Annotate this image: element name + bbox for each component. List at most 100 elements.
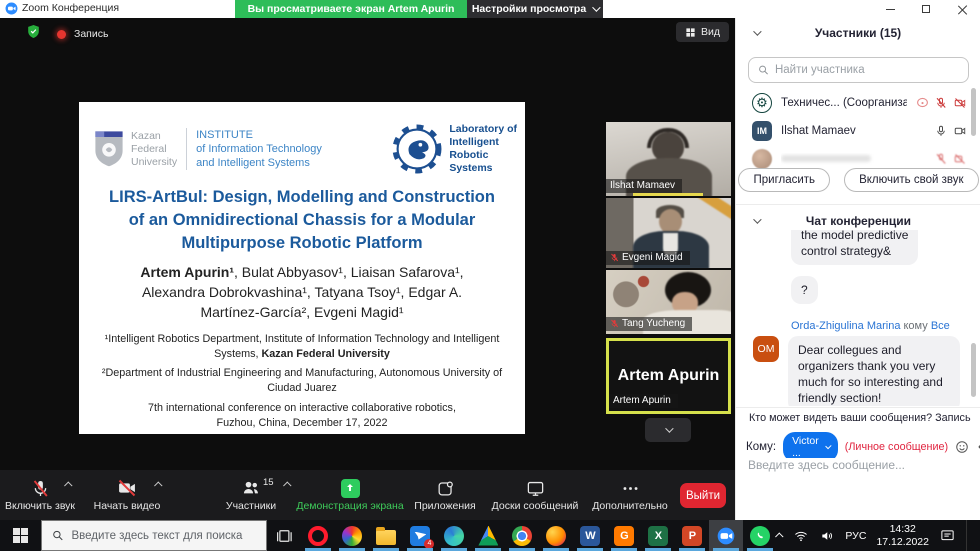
taskbar-app-opera[interactable] — [301, 520, 335, 551]
chevron-up-icon[interactable] — [154, 481, 162, 489]
participant-search-input[interactable] — [775, 64, 959, 76]
task-view-button[interactable] — [267, 520, 301, 551]
tray-date: 17.12.2022 — [876, 536, 929, 549]
invite-button[interactable]: Пригласить — [738, 168, 830, 192]
taskbar-search-input[interactable] — [72, 530, 257, 542]
whiteboards-label: Доски сообщений — [492, 500, 579, 512]
mic-muted-icon — [31, 479, 50, 498]
mic-muted-icon — [935, 97, 947, 109]
taskbar-app-excel[interactable]: X — [641, 520, 675, 551]
emoji-icon[interactable] — [955, 440, 969, 454]
tile-name-label: Evgeni Magid — [606, 251, 690, 265]
more-label: Дополнительно — [592, 500, 668, 512]
private-message-note: (Личное сообщение) — [845, 441, 948, 453]
meeting-status-row: Запись — [26, 24, 108, 44]
mail-badge: 4 — [424, 539, 434, 549]
taskbar-app-mail[interactable]: 4 — [403, 520, 437, 551]
video-tile-tang-yucheng[interactable]: Tang Yucheng — [606, 270, 731, 334]
chat-message-input[interactable] — [748, 458, 970, 472]
close-button[interactable] — [944, 0, 980, 18]
video-tile-evgeni-magid[interactable]: Evgeni Magid — [606, 198, 731, 268]
taskbar-app-word[interactable]: W — [573, 520, 607, 551]
participant-row-cohost[interactable]: ⚙ Техничес... (Соорганизатор) — [736, 89, 980, 116]
maximize-button[interactable] — [908, 0, 944, 18]
chat-scrollbar[interactable] — [971, 343, 976, 397]
start-video-button[interactable]: Начать видео — [84, 470, 170, 520]
system-tray: РУС 14:32 17.12.2022 — [777, 520, 980, 551]
clock[interactable]: 14:32 17.12.2022 — [876, 523, 929, 549]
action-center-icon[interactable] — [939, 528, 956, 543]
taskbar-apps: 4 W G X P — [267, 520, 777, 551]
taskbar-app-chrome[interactable] — [505, 520, 539, 551]
participant-search[interactable] — [748, 57, 969, 83]
collapse-participants-icon[interactable] — [753, 27, 761, 35]
slide-header: Kazan Federal University INSTITUTE of In… — [93, 116, 517, 182]
chat-message-row: OM Dear collegues and organizers thank y… — [753, 336, 980, 406]
chevron-up-icon[interactable] — [283, 481, 291, 489]
share-screen-icon — [341, 479, 360, 498]
windows-logo-icon — [13, 528, 28, 543]
taskbar-app-firefox[interactable] — [539, 520, 573, 551]
folder-icon — [376, 530, 396, 545]
viewing-screen-banner: Вы просматриваете экран Artem Apurin — [235, 0, 467, 18]
video-tile-artem-apurin-active[interactable]: Artem Apurin Artem Apurin — [606, 338, 731, 414]
zoom-icon — [716, 526, 736, 546]
powerpoint-icon: P — [682, 526, 702, 546]
view-settings-dropdown[interactable]: Настройки просмотра — [467, 0, 603, 18]
taskbar-search[interactable] — [41, 520, 268, 551]
participants-label: Участники — [226, 500, 276, 512]
whiteboards-button[interactable]: Доски сообщений — [485, 470, 585, 520]
chat-bubble-clipped: the model predictive control strategy& — [791, 230, 918, 265]
start-button[interactable] — [0, 520, 41, 551]
tray-expand-icon[interactable] — [775, 532, 783, 540]
participant-row-ilshat-mamaev[interactable]: IM Ilshat Mamaev — [736, 117, 980, 144]
sender-recipient[interactable]: Все — [931, 320, 950, 332]
presentation-slide: Kazan Federal University INSTITUTE of In… — [79, 102, 525, 434]
chevron-down-icon — [665, 424, 673, 432]
participant-avatar: IM — [752, 121, 772, 141]
participants-scrollbar[interactable] — [971, 88, 976, 136]
sender-name[interactable]: Orda-Zhigulina Marina — [791, 320, 900, 332]
apps-button[interactable]: Приложения — [405, 470, 485, 520]
chevron-up-icon[interactable] — [64, 481, 72, 489]
unmute-button[interactable]: Включить звук — [0, 470, 80, 520]
share-screen-button[interactable]: Демонстрация экрана — [297, 470, 403, 520]
taskbar-app-powerpoint[interactable]: P — [675, 520, 709, 551]
taskbar-app-explorer[interactable] — [369, 520, 403, 551]
participants-button[interactable]: 15 Участники — [205, 470, 297, 520]
apps-icon — [436, 479, 455, 498]
side-panel: Участники (15) ⚙ Техничес... (Соорганиза… — [735, 18, 980, 520]
chat-privacy-notice[interactable]: Кто может видеть ваши сообщения? Запись … — [744, 411, 974, 424]
leave-button[interactable]: Выйти — [680, 483, 726, 508]
show-desktop-strip[interactable] — [966, 520, 970, 551]
collapse-thumbnails-button[interactable] — [645, 418, 691, 442]
taskbar-app-whatsapp[interactable] — [743, 520, 777, 551]
view-button[interactable]: Вид — [676, 22, 729, 42]
taskbar-app-paint[interactable] — [335, 520, 369, 551]
taskbar-app-zoom[interactable] — [709, 520, 743, 551]
volume-icon[interactable] — [819, 529, 835, 543]
logo-divider — [186, 128, 187, 170]
word-icon: W — [580, 526, 600, 546]
language-indicator[interactable]: РУС — [845, 530, 866, 542]
security-shield-icon[interactable] — [26, 24, 41, 44]
recording-indicator[interactable]: Запись — [57, 28, 108, 40]
wifi-icon[interactable] — [793, 529, 809, 543]
taskbar-app-foxit[interactable]: G — [607, 520, 641, 551]
video-tile-ilshat-mamaev[interactable]: Ilshat Mamaev — [606, 122, 731, 196]
slide-affiliation-1: ¹Intelligent Robotics Department, Instit… — [99, 332, 505, 361]
unmute-self-button[interactable]: Включить свой звук — [844, 168, 978, 192]
lirs-gear-logo — [390, 122, 444, 176]
minimize-button[interactable] — [872, 0, 908, 18]
view-settings-label: Настройки просмотра — [472, 3, 586, 15]
chevron-down-icon — [592, 3, 600, 11]
shared-screen-area: Запись Вид Kazan Federal University — [0, 18, 735, 470]
recipient-name: Victor ... — [792, 435, 820, 459]
more-button[interactable]: Дополнительно — [585, 470, 675, 520]
unmute-label: Включить звук — [5, 500, 75, 512]
collapse-chat-icon[interactable] — [753, 215, 761, 223]
taskbar-app-edge[interactable] — [437, 520, 471, 551]
excel-icon: X — [648, 526, 668, 546]
tile-name-label: Ilshat Mamaev — [606, 179, 682, 193]
taskbar-app-drive[interactable] — [471, 520, 505, 551]
